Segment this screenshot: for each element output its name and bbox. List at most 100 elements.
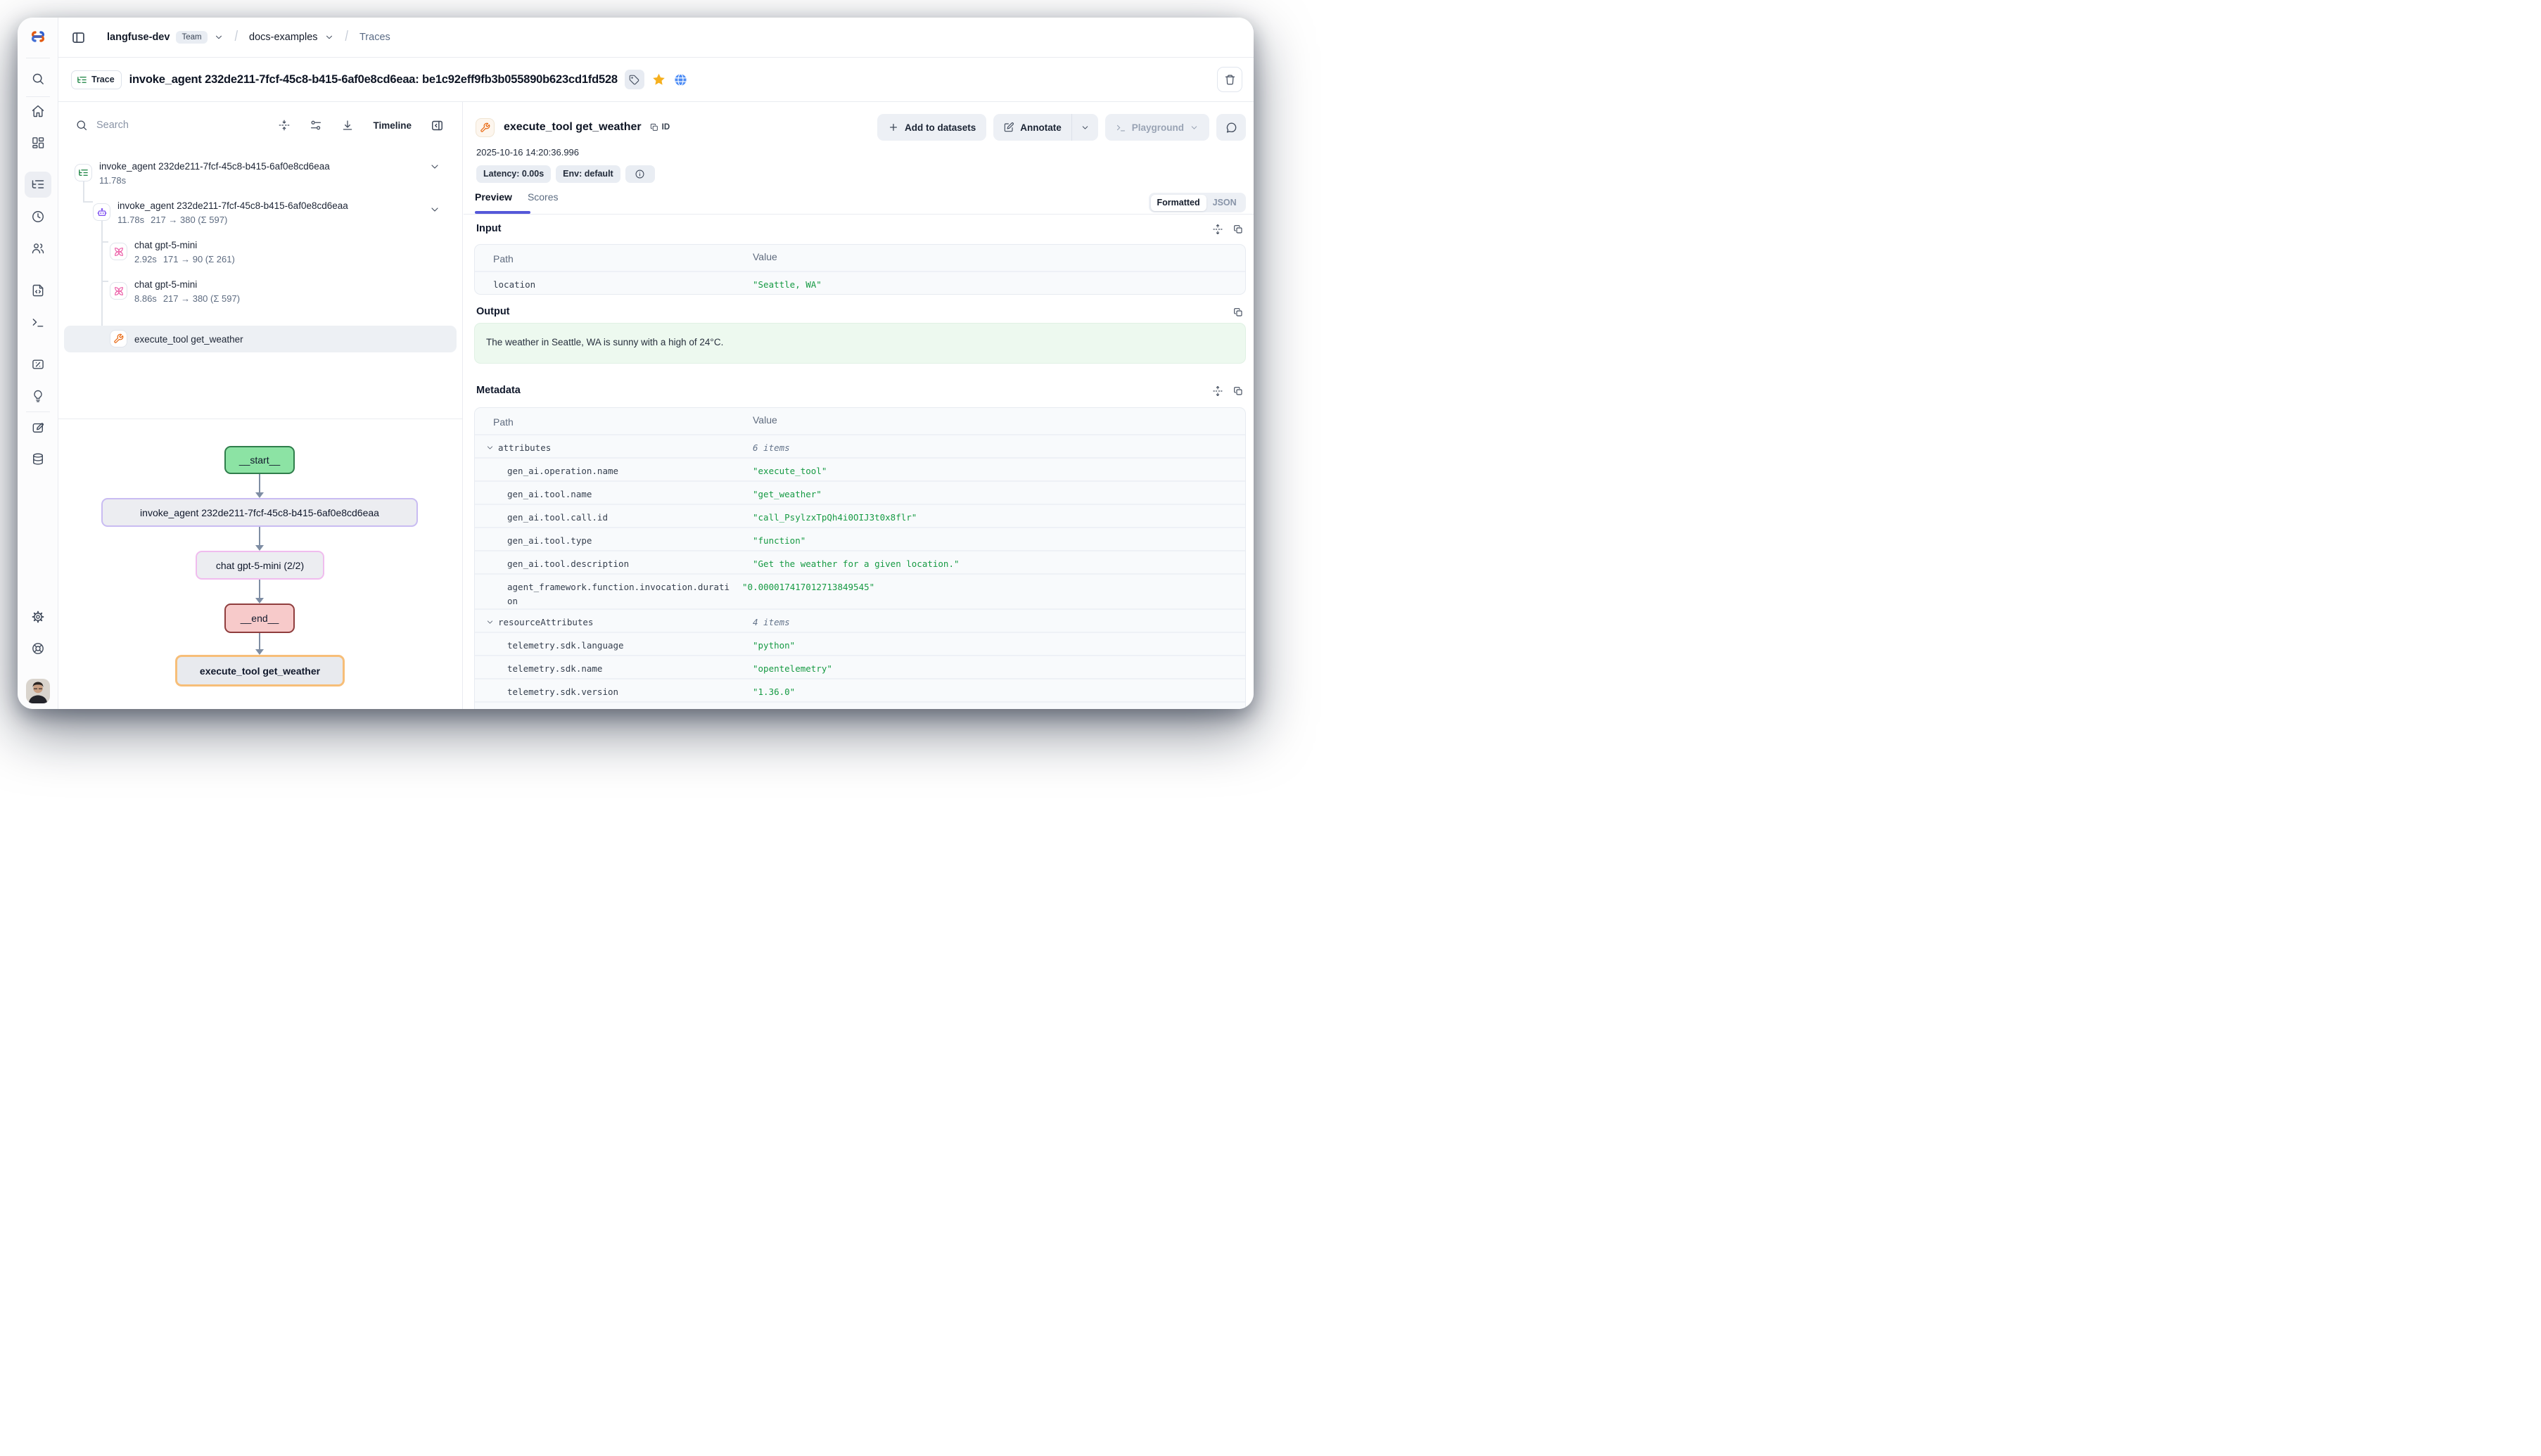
expand-section-icon[interactable]: [1212, 385, 1223, 397]
info-icon[interactable]: [625, 165, 655, 183]
table-row-group[interactable]: attributes 6 items: [475, 434, 1245, 457]
annotate-dropdown-caret[interactable]: [1071, 114, 1098, 141]
breadcrumb-project[interactable]: langfuse-dev: [107, 32, 170, 43]
input-table: Path Value location "Seattle, WA": [474, 244, 1246, 295]
trace-tree-icon: [77, 75, 87, 85]
trace-title: invoke_agent 232de211-7fcf-45c8-b415-6af…: [129, 73, 618, 87]
prompts-file-code-icon[interactable]: [31, 283, 45, 298]
tree-row-title[interactable]: chat gpt-5-mini: [134, 240, 197, 250]
table-row: location "Seattle, WA": [475, 271, 1245, 294]
observation-title: execute_tool get_weather: [504, 121, 642, 134]
annotation-icon[interactable]: [31, 421, 45, 435]
annotate-button[interactable]: Annotate: [993, 114, 1071, 141]
graph-node-end[interactable]: __end__: [224, 604, 295, 633]
tag-icon[interactable]: [625, 70, 644, 89]
format-toggle-json[interactable]: JSON: [1206, 198, 1243, 207]
trace-type-badge: Trace: [71, 70, 122, 89]
insights-lightbulb-icon[interactable]: [31, 389, 45, 403]
tool-wrench-icon: [110, 330, 127, 347]
output-box: The weather in Seattle, WA is sunny with…: [474, 323, 1246, 364]
graph-edge: [259, 580, 260, 599]
icon-sidebar: [18, 18, 58, 709]
tool-wrench-icon: [476, 118, 495, 137]
tree-connector: [101, 241, 108, 243]
langfuse-logo-icon[interactable]: [29, 29, 47, 44]
tab-preview[interactable]: Preview: [475, 191, 512, 212]
trace-tree-icon: [75, 164, 92, 181]
search-input[interactable]: [96, 120, 202, 131]
settings-gear-icon[interactable]: [31, 610, 45, 624]
add-to-datasets-button[interactable]: Add to datasets: [877, 114, 986, 141]
sessions-clock-icon[interactable]: [31, 210, 45, 224]
home-icon[interactable]: [31, 104, 45, 118]
playground-terminal-icon[interactable]: [31, 315, 45, 329]
tree-toolbar: Timeline: [58, 112, 463, 139]
expand-section-icon[interactable]: [1212, 224, 1223, 235]
collapse-all-icon[interactable]: [278, 119, 291, 132]
tree-settings-icon[interactable]: [310, 119, 322, 132]
support-lifering-icon[interactable]: [31, 641, 45, 656]
graph-node-chat[interactable]: chat gpt-5-mini (2/2): [196, 551, 324, 580]
search-icon[interactable]: [31, 72, 45, 86]
datasets-database-icon[interactable]: [31, 452, 45, 466]
comments-button[interactable]: [1216, 114, 1246, 141]
breadcrumb-separator: /: [230, 30, 243, 46]
sidebar-toggle-icon[interactable]: [71, 30, 86, 45]
graph-node-start[interactable]: __start__: [224, 446, 295, 474]
chevron-down-icon[interactable]: [324, 32, 334, 42]
latency-badge: Latency: 0.00s: [476, 165, 551, 183]
timeline-toggle[interactable]: Timeline: [373, 120, 412, 131]
tab-scores[interactable]: Scores: [528, 191, 559, 212]
graph-node-invoke-agent[interactable]: invoke_agent 232de211-7fcf-45c8-b415-6af…: [101, 498, 418, 527]
metadata-table: Path Value attributes 6 items gen_ai.ope…: [474, 407, 1246, 709]
column-header-value: Value: [753, 251, 1245, 262]
chevron-down-icon[interactable]: [429, 204, 440, 215]
chevron-down-icon[interactable]: [429, 161, 440, 172]
copy-icon[interactable]: [1233, 385, 1244, 397]
metadata-section-label: Metadata: [476, 385, 521, 396]
users-icon[interactable]: [31, 241, 45, 255]
breadcrumb-page[interactable]: Traces: [359, 32, 390, 43]
table-row-group[interactable]: resourceAttributes 4 items: [475, 608, 1245, 632]
chevron-down-icon[interactable]: [214, 32, 224, 42]
copy-icon[interactable]: [1233, 224, 1244, 235]
tree-row-meta: 11.78s: [99, 175, 132, 186]
user-avatar[interactable]: [26, 679, 50, 703]
table-row: gen_ai.tool.type"function": [475, 527, 1245, 550]
tree-row-title[interactable]: invoke_agent 232de211-7fcf-45c8-b415-6af…: [99, 161, 330, 172]
traces-icon[interactable]: [31, 177, 45, 191]
tree-row-meta: 11.78s217 → 380 (Σ 597): [117, 215, 227, 225]
evaluators-icon[interactable]: [31, 357, 45, 371]
tree-connector: [83, 201, 93, 203]
globe-public-icon[interactable]: [673, 72, 688, 87]
delete-trace-button[interactable]: [1217, 67, 1242, 92]
copy-icon[interactable]: [1233, 307, 1244, 318]
table-row: service.name"unknown_service": [475, 701, 1245, 709]
star-favorite-icon[interactable]: [651, 72, 666, 87]
trace-title-bar: Trace invoke_agent 232de211-7fcf-45c8-b4…: [58, 58, 1254, 102]
tree-row-title[interactable]: invoke_agent 232de211-7fcf-45c8-b415-6af…: [117, 200, 348, 211]
table-row: gen_ai.tool.name"get_weather": [475, 480, 1245, 504]
tree-row-title[interactable]: chat gpt-5-mini: [134, 279, 197, 290]
column-header-value: Value: [753, 414, 1245, 426]
table-row: telemetry.sdk.name"opentelemetry": [475, 655, 1245, 678]
download-icon[interactable]: [341, 119, 354, 132]
chevron-down-icon: [1190, 123, 1199, 132]
collapse-panel-icon[interactable]: [431, 119, 444, 132]
input-path: location: [475, 278, 753, 292]
breadcrumb: langfuse-dev Team / docs-examples / Trac…: [107, 31, 390, 44]
dashboard-icon[interactable]: [31, 136, 45, 150]
tree-connector: [101, 281, 108, 282]
column-header-path: Path: [475, 414, 753, 430]
graph-arrowhead: [255, 649, 264, 655]
breadcrumb-environment[interactable]: docs-examples: [249, 32, 318, 43]
copy-id-button[interactable]: ID: [649, 122, 670, 132]
annotate-split-button: Annotate: [993, 114, 1098, 141]
playground-button[interactable]: Playground: [1105, 114, 1209, 141]
graph-node-execute-tool[interactable]: execute_tool get_weather: [175, 655, 345, 687]
format-toggle-formatted[interactable]: Formatted: [1151, 195, 1206, 211]
tree-row-title[interactable]: execute_tool get_weather: [134, 334, 243, 345]
chevron-down-icon: [486, 618, 494, 626]
trace-tree-panel: Timeline invoke_agent 232de211-7fcf-45c8…: [58, 102, 463, 709]
model-sparkle-icon: [110, 282, 127, 300]
